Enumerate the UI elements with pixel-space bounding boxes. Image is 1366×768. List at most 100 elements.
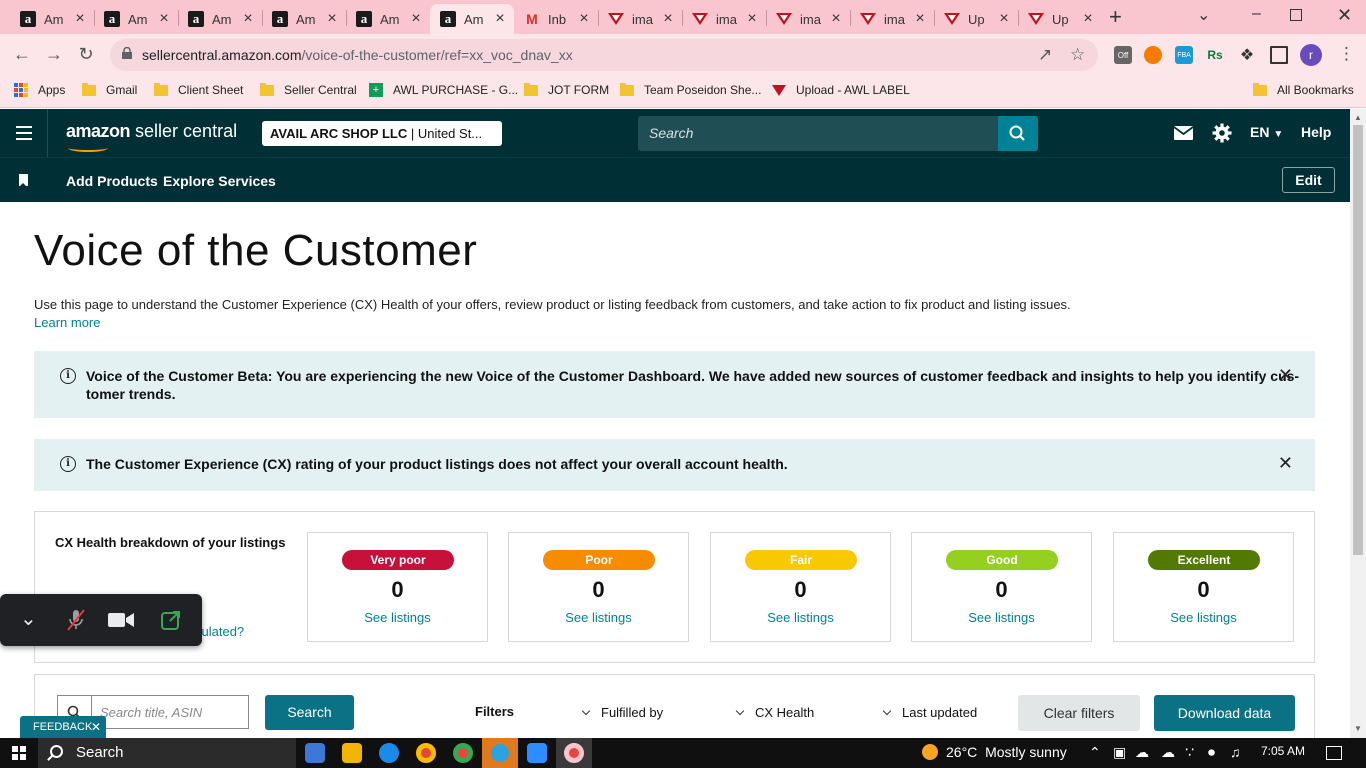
browser-tab[interactable]: a Am ×	[178, 4, 262, 34]
camera-icon[interactable]	[108, 612, 134, 628]
back-button[interactable]: ←	[10, 44, 34, 65]
taskbar-search[interactable]: Search	[38, 738, 296, 768]
tab-close-icon[interactable]: ×	[996, 10, 1012, 28]
tab-close-icon[interactable]: ×	[324, 10, 340, 28]
taskbar-clock[interactable]: 7:05 AM	[1261, 744, 1305, 758]
download-data-button[interactable]: Download data	[1154, 695, 1295, 731]
tab-close-icon[interactable]: ×	[576, 10, 592, 28]
tab-search-icon[interactable]: ⌄	[1197, 5, 1210, 25]
bookmark-gmail[interactable]: Gmail	[82, 82, 137, 97]
share-icon[interactable]: ↗	[1038, 45, 1052, 65]
bookmark-star-icon[interactable]: ☆	[1070, 45, 1085, 65]
onedrive-cloud-icon[interactable]: ☁	[1135, 744, 1149, 761]
seller-central-logo[interactable]: amazon seller central	[66, 121, 237, 152]
close-icon[interactable]: ✕	[1278, 453, 1293, 474]
microphone-muted-icon[interactable]	[66, 608, 86, 632]
nav-add-products[interactable]: Add Products	[66, 173, 158, 189]
close-icon[interactable]: ✕	[91, 716, 101, 738]
bookmark-icon[interactable]	[19, 174, 28, 187]
see-listings-link[interactable]: See listings	[308, 610, 487, 625]
tab-close-icon[interactable]: ×	[408, 10, 424, 28]
tab-close-icon[interactable]: ×	[492, 10, 508, 28]
browser-tab[interactable]: Up ×	[1018, 4, 1102, 34]
browser-tab[interactable]: ima ×	[850, 4, 934, 34]
help-link[interactable]: Help	[1301, 124, 1331, 140]
taskbar-chrome-profile-icon[interactable]	[453, 743, 473, 763]
listing-search-input[interactable]: Search title, ASIN	[91, 695, 249, 729]
browser-tab[interactable]: ima ×	[766, 4, 850, 34]
microphone-icon[interactable]: ⏺	[1208, 744, 1215, 761]
taskbar-calendar-icon[interactable]	[305, 743, 325, 763]
cx-health-dropdown[interactable]: CX Health	[735, 705, 814, 720]
notifications-icon[interactable]	[1326, 746, 1342, 760]
feedback-tab[interactable]: FEEDBACK ✕	[20, 716, 106, 738]
all-bookmarks[interactable]: All Bookmarks	[1253, 82, 1354, 97]
close-icon[interactable]: ✕	[1278, 365, 1293, 386]
windows-start-icon[interactable]	[12, 746, 26, 760]
bookmark-upload-awl-label[interactable]: Upload - AWL LABEL	[772, 83, 910, 97]
browser-tab[interactable]: Up ×	[934, 4, 1018, 34]
taskbar-zoom-icon[interactable]	[527, 743, 547, 763]
tray-app-icon[interactable]: ▣	[1113, 744, 1126, 761]
edit-nav-button[interactable]: Edit	[1282, 167, 1335, 193]
new-tab-button[interactable]: +	[1109, 4, 1122, 30]
fulfilled-by-dropdown[interactable]: Fulfilled by	[581, 705, 663, 720]
listing-search-button[interactable]: Search	[265, 695, 354, 730]
scrollbar-thumb[interactable]	[1353, 125, 1363, 555]
taskbar-chrome-active-icon[interactable]	[556, 738, 592, 768]
see-listings-link[interactable]: See listings	[509, 610, 688, 625]
account-switcher[interactable]: AVAIL ARC SHOP LLC | United St...	[262, 121, 502, 146]
taskbar-chrome-icon[interactable]	[416, 743, 436, 763]
tab-close-icon[interactable]: ×	[156, 10, 172, 28]
scroll-down-icon[interactable]: ▼	[1354, 724, 1362, 733]
browser-tab[interactable]: a Am ×	[430, 4, 514, 34]
settings-gear-icon[interactable]	[1212, 123, 1232, 143]
bookmark-team-poseidon[interactable]: Team Poseidon She...	[620, 82, 761, 97]
header-search-input[interactable]: Search	[638, 116, 998, 151]
taskbar-file-explorer-icon[interactable]	[342, 743, 362, 763]
bookmark-apps[interactable]: Apps	[14, 83, 65, 97]
minimize-button[interactable]: –	[1252, 5, 1261, 23]
restore-button[interactable]	[1290, 9, 1302, 21]
extensions-puzzle-icon[interactable]: ❖	[1238, 46, 1256, 64]
see-listings-link[interactable]: See listings	[912, 610, 1091, 625]
taskbar-telegram-icon[interactable]	[482, 738, 518, 768]
browser-tab[interactable]: a Am ×	[94, 4, 178, 34]
forward-button[interactable]: →	[42, 44, 66, 65]
learn-more-link[interactable]: Learn more	[34, 315, 100, 330]
bookmark-seller-central[interactable]: Seller Central	[260, 82, 357, 97]
collapse-chevron-icon[interactable]: ⌄	[20, 606, 37, 631]
bookmark-awl-purchase[interactable]: + AWL PURCHASE - G...	[369, 83, 518, 97]
extension-rs-icon[interactable]: Rs	[1206, 46, 1224, 64]
see-listings-link[interactable]: See listings	[1114, 610, 1293, 625]
share-screen-icon[interactable]	[160, 609, 182, 631]
hamburger-menu-icon[interactable]	[16, 126, 32, 140]
tab-close-icon[interactable]: ×	[660, 10, 676, 28]
tab-close-icon[interactable]: ×	[744, 10, 760, 28]
tab-close-icon[interactable]: ×	[828, 10, 844, 28]
tab-close-icon[interactable]: ×	[1080, 10, 1096, 28]
last-updated-dropdown[interactable]: Last updated	[882, 705, 977, 720]
tray-chevron-up-icon[interactable]: ⌃	[1089, 744, 1101, 761]
browser-tab[interactable]: a Am ×	[10, 4, 94, 34]
page-scrollbar[interactable]: ▲ ▼	[1350, 109, 1366, 738]
bookmark-jot-form[interactable]: JOT FORM	[524, 82, 609, 97]
close-window-button[interactable]: ✕	[1337, 5, 1352, 26]
extension-off-icon[interactable]: Off	[1114, 46, 1132, 64]
tab-close-icon[interactable]: ×	[72, 10, 88, 28]
tab-close-icon[interactable]: ×	[240, 10, 256, 28]
profile-avatar[interactable]: r	[1300, 44, 1322, 66]
chrome-menu-icon[interactable]: ⋮	[1338, 44, 1355, 64]
language-selector[interactable]: EN ▼	[1250, 124, 1283, 140]
side-panel-icon[interactable]	[1270, 46, 1288, 64]
nav-explore-services[interactable]: Explore Services	[163, 173, 276, 189]
extension-fba-icon[interactable]: FBA	[1175, 46, 1193, 64]
extension-orange-icon[interactable]	[1144, 46, 1162, 64]
tray-cloud-icon[interactable]: ☁	[1161, 744, 1175, 761]
browser-tab[interactable]: ima ×	[682, 4, 766, 34]
scroll-up-icon[interactable]: ▲	[1354, 113, 1362, 122]
clear-filters-button[interactable]: Clear filters	[1018, 695, 1140, 731]
wifi-icon[interactable]: ∵	[1185, 744, 1194, 761]
browser-tab[interactable]: M Inb ×	[514, 4, 598, 34]
reload-button[interactable]: ↻	[74, 44, 98, 65]
